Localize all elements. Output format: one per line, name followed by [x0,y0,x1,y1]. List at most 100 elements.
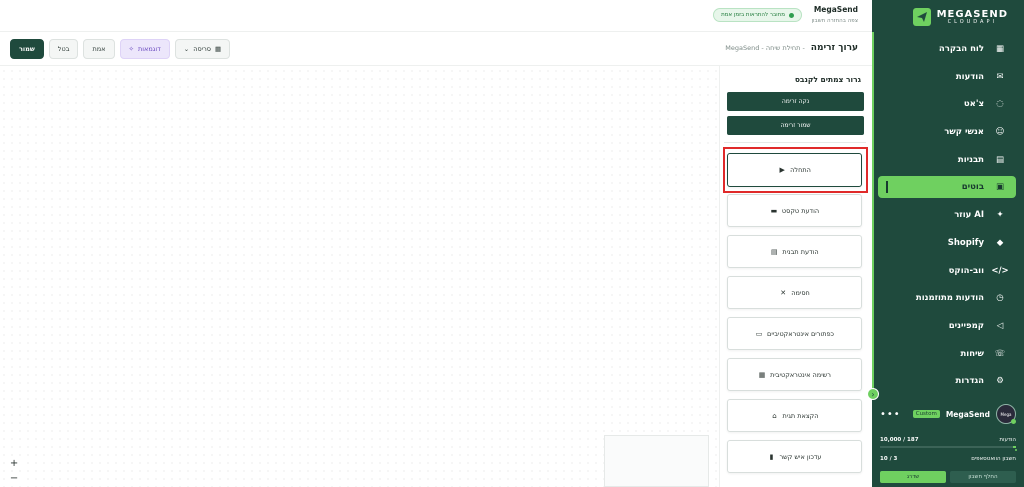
sidebar-nav: לוח הבקרה ▦ הודעות ✉ צ'אט ◌ אנשי קשר ☺ תבניות ▤ בו… [878,38,1016,398]
connection-status-label: מחובר להתראות בזמן אמת [721,12,785,18]
org-info[interactable]: MegaSend צפה בהחזרה חשבון [812,5,858,24]
sidebar-item-code[interactable]: ווב-הוקס </> [878,260,1016,282]
sidebar-item-gear[interactable]: הגדרות ⚙ [878,370,1016,392]
upgrade-button[interactable]: שדרג [880,471,946,483]
active-indicator [886,181,888,194]
node-play[interactable]: התחלה ▶ [727,153,862,187]
node-label: הקצאת תגית [782,411,819,420]
page-title: ערוך זרימה - תחילת שיחה - MegaSend [725,43,858,53]
minimap[interactable] [604,435,709,487]
node-label: עדכון איש קשר [779,452,822,461]
org-name: MegaSend [813,5,858,14]
node-label: רשימה אינטראקטיבית [770,370,831,379]
examples-label: דוגמאות [137,45,161,53]
plan-badge: Custom [912,410,940,418]
node-template-file[interactable]: הודעת תבנית ▤ [727,235,862,268]
code-icon: </> [991,265,1009,276]
dashboard-icon: ▦ [995,44,1005,54]
save-flow-button[interactable]: שמור זרימה [727,116,864,135]
sidebar-item-phone[interactable]: שיחות ☏ [878,343,1016,365]
sidebar-item-dashboard[interactable]: לוח הבקרה ▦ [878,38,1016,60]
account-actions: שדרג החלף חשבון [880,471,1016,483]
node-label: כפתורים אינטראקטיביים [767,329,834,338]
sidebar: ‹ MEGASEND CLOUDAPI לוח הבקרה ▦ הודעות ✉ צ'א… [867,0,1024,487]
sidebar-item-label: לוח הבקרה [938,44,984,54]
lightbulb-icon: ✧ [128,45,134,53]
layout-select[interactable]: ⌄ סריסה ▦ [174,39,231,59]
sidebar-item-sparkle[interactable]: עוזר AI ✦ [878,204,1016,226]
clock-icon: ◷ [996,293,1004,304]
accounts-usage-value: 10 / 3 [880,456,898,462]
node-block[interactable]: חסימה ✕ [727,276,862,309]
gear-icon: ⚙ [996,376,1004,387]
mail-icon: ✉ [996,71,1004,82]
node-buttons[interactable]: כפתורים אינטראקטיביים ▭ [727,317,862,350]
zoom-out-button[interactable]: − [6,472,22,485]
sidebar-item-shopify[interactable]: Shopify ◆ [878,232,1016,254]
editor-title: ערוך זרימה [810,43,858,53]
more-options-icon[interactable]: ••• [880,409,901,420]
list-icon: ▦ [758,370,766,379]
examples-button[interactable]: ✧ דוגמאות [119,39,170,59]
sidebar-item-contacts[interactable]: אנשי קשר ☺ [878,121,1016,143]
sidebar-item-bot[interactable]: בוטים ▣ [878,176,1016,199]
grid-icon: ▦ [215,45,222,53]
brand-sub: CLOUDAPI [947,18,997,25]
account-panel: ••• Custom MegaSend Mega הודעות 10,000 /… [872,399,1024,487]
bank-icon: ⌂ [772,411,777,420]
send-logo-icon [912,8,931,26]
sidebar-item-megaphone[interactable]: קמפיינים ◁ [878,315,1016,337]
save-button[interactable]: שמור [10,39,44,59]
sidebar-item-chat[interactable]: צ'אט ◌ [878,93,1016,115]
avatar[interactable]: Mega [996,404,1016,424]
node-book[interactable]: עדכון איש קשר ▮ [727,440,862,473]
connection-status-badge: מחובר להתראות בזמן אמת [713,8,802,22]
editor-header: ערוך זרימה - תחילת שיחה - MegaSend שמור … [0,33,872,66]
node-label: חסימה [791,288,810,297]
sidebar-item-label: אנשי קשר [944,127,984,138]
sidebar-item-label: Shopify [947,237,984,248]
node-list[interactable]: רשימה אינטראקטיבית ▦ [727,358,862,391]
clear-flow-button[interactable]: נקה זרימה [727,92,864,111]
verify-button[interactable]: אמת [83,39,115,59]
chat-icon: ◌ [996,99,1004,110]
brand-logo[interactable]: MEGASEND CLOUDAPI [888,6,1008,28]
shopify-icon: ◆ [996,237,1004,248]
megaphone-icon: ◁ [996,320,1004,331]
zoom-in-button[interactable]: + [6,457,22,470]
node-label: הודעת תבנית [782,247,819,256]
sparkle-icon: ✦ [996,210,1004,221]
accounts-usage-label: חשבון הוואטסאפים [971,456,1016,462]
buttons-icon: ▭ [755,329,763,338]
sidebar-item-label: צ'אט [963,99,984,110]
sidebar-item-label: שיחות [960,348,984,359]
sidebar-scrollbar[interactable] [872,32,874,392]
messages-progress-bar [880,446,1016,448]
sidebar-item-template[interactable]: תבניות ▤ [878,149,1016,171]
messages-usage: הודעות 10,000 / 187 [880,437,1016,443]
sidebar-item-label: תבניות [957,154,984,165]
account-name: MegaSend [945,409,990,419]
sidebar-item-mail[interactable]: הודעות ✉ [878,66,1016,88]
brand-name: MEGASEND [936,8,1008,20]
sidebar-item-label: הודעות [955,71,984,82]
switch-account-button[interactable]: החלף חשבון [950,471,1016,483]
message-icon: ▬ [770,206,778,215]
app-root: + − MegaSend צפה בהחזרה חשבון מחובר להתר… [0,0,1024,487]
sidebar-item-label: בוטים [961,182,984,193]
node-label: הודעת טקסט [781,206,820,215]
cancel-button[interactable]: בטל [48,39,79,59]
sidebar-item-clock[interactable]: הודעות מתוזמנות ◷ [878,287,1016,309]
node-bank[interactable]: הקצאת תגית ⌂ [727,399,862,432]
sidebar-item-label: הגדרות [955,376,984,387]
account-row[interactable]: ••• Custom MegaSend Mega [880,403,1016,425]
nodes-panel: גרור צמתים לקנבס נקה זרימה שמור זרימה הת… [719,66,869,487]
phone-icon: ☏ [994,348,1006,359]
flow-canvas[interactable]: + − [0,67,719,487]
play-icon: ▶ [779,166,785,174]
book-icon: ▮ [769,452,774,461]
messages-progress-fill [1013,446,1016,448]
sidebar-item-label: קמפיינים [948,320,984,331]
node-label: התחלה [790,166,811,174]
node-message[interactable]: הודעת טקסט ▬ [727,194,862,227]
